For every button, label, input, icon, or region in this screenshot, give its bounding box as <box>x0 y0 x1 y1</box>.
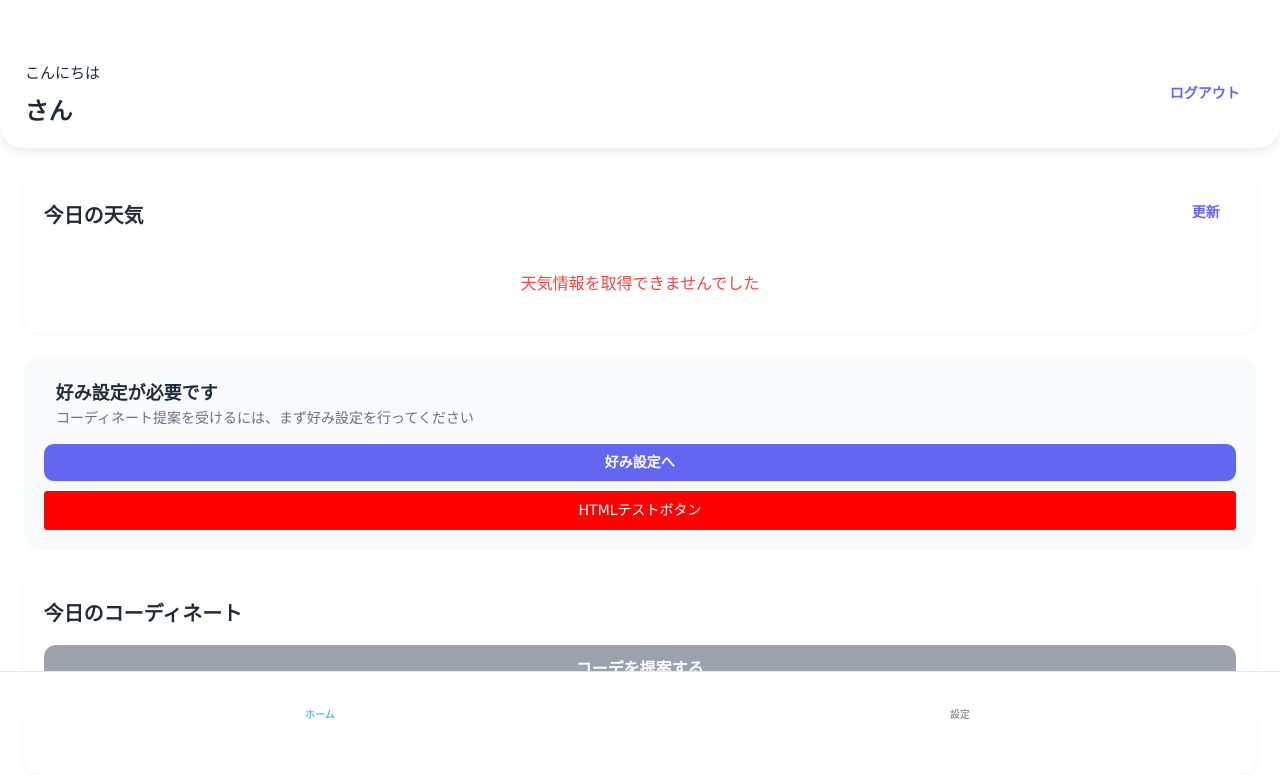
refresh-weather-button[interactable]: 更新 <box>1192 202 1220 222</box>
preferences-title: 好み設定が必要です <box>56 383 218 404</box>
weather-error-message: 天気情報を取得できませんでした <box>520 274 760 293</box>
preferences-description: コーディネート提案を受けるには、まず好み設定を行ってください <box>56 411 474 427</box>
coordinate-title: 今日のコーディネート <box>44 601 243 625</box>
html-test-button[interactable]: HTMLテストボタン <box>44 491 1236 530</box>
username-heading: さん <box>25 97 73 125</box>
weather-card: 今日の天気 更新 天気情報を取得できませんでした <box>24 175 1256 333</box>
logout-button[interactable]: ログアウト <box>1170 83 1240 103</box>
nav-item-home[interactable]: ホーム <box>305 706 335 721</box>
weather-title: 今日の天気 <box>44 203 144 227</box>
bottom-navigation: ホーム 設定 <box>0 671 1280 721</box>
app-header: こんにちは さん ログアウト <box>0 0 1280 148</box>
preferences-card: 好み設定が必要です コーディネート提案を受けるには、まず好み設定を行ってください… <box>24 357 1256 550</box>
greeting-text: こんにちは <box>25 64 101 82</box>
go-to-preferences-button[interactable]: 好み設定へ <box>44 444 1236 481</box>
nav-item-settings[interactable]: 設定 <box>950 706 970 721</box>
